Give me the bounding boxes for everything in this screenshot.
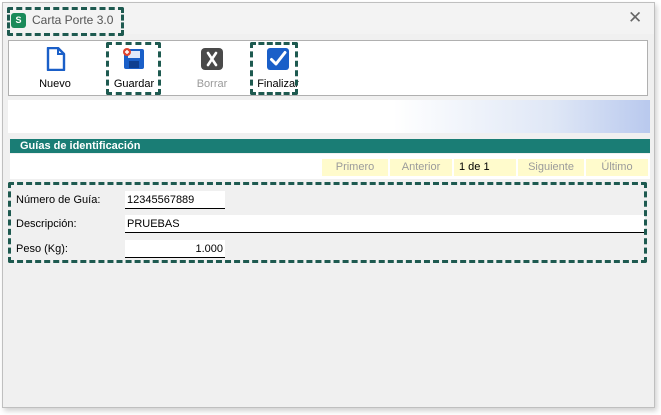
nav-next-button[interactable]: Siguiente <box>518 159 584 176</box>
record-counter: 1 de 1 <box>454 159 516 176</box>
delete-icon <box>201 48 223 70</box>
empty-content-area <box>10 267 650 405</box>
finalize-highlight <box>250 42 298 95</box>
form-highlight <box>8 182 647 263</box>
section-title: Guías de identificación <box>10 139 650 153</box>
new-button[interactable]: Nuevo <box>27 45 83 93</box>
nav-first-button[interactable]: Primero <box>322 159 388 176</box>
header-banner <box>8 100 650 133</box>
close-icon[interactable]: ✕ <box>628 9 642 27</box>
new-button-label: Nuevo <box>39 78 71 90</box>
new-document-icon <box>46 47 66 71</box>
nav-last-button[interactable]: Último <box>586 159 648 176</box>
app-window: S Carta Porte 3.0 ✕ Nuevo Guardar Borrar… <box>2 2 655 408</box>
title-highlight <box>7 7 124 36</box>
save-highlight <box>106 42 161 95</box>
toolbar: Nuevo Guardar Borrar Finalizar <box>8 40 648 96</box>
delete-button[interactable]: Borrar <box>184 45 240 93</box>
delete-button-label: Borrar <box>196 78 228 90</box>
nav-previous-button[interactable]: Anterior <box>390 159 452 176</box>
record-navigator: Primero Anterior 1 de 1 Siguiente Último <box>10 154 650 179</box>
